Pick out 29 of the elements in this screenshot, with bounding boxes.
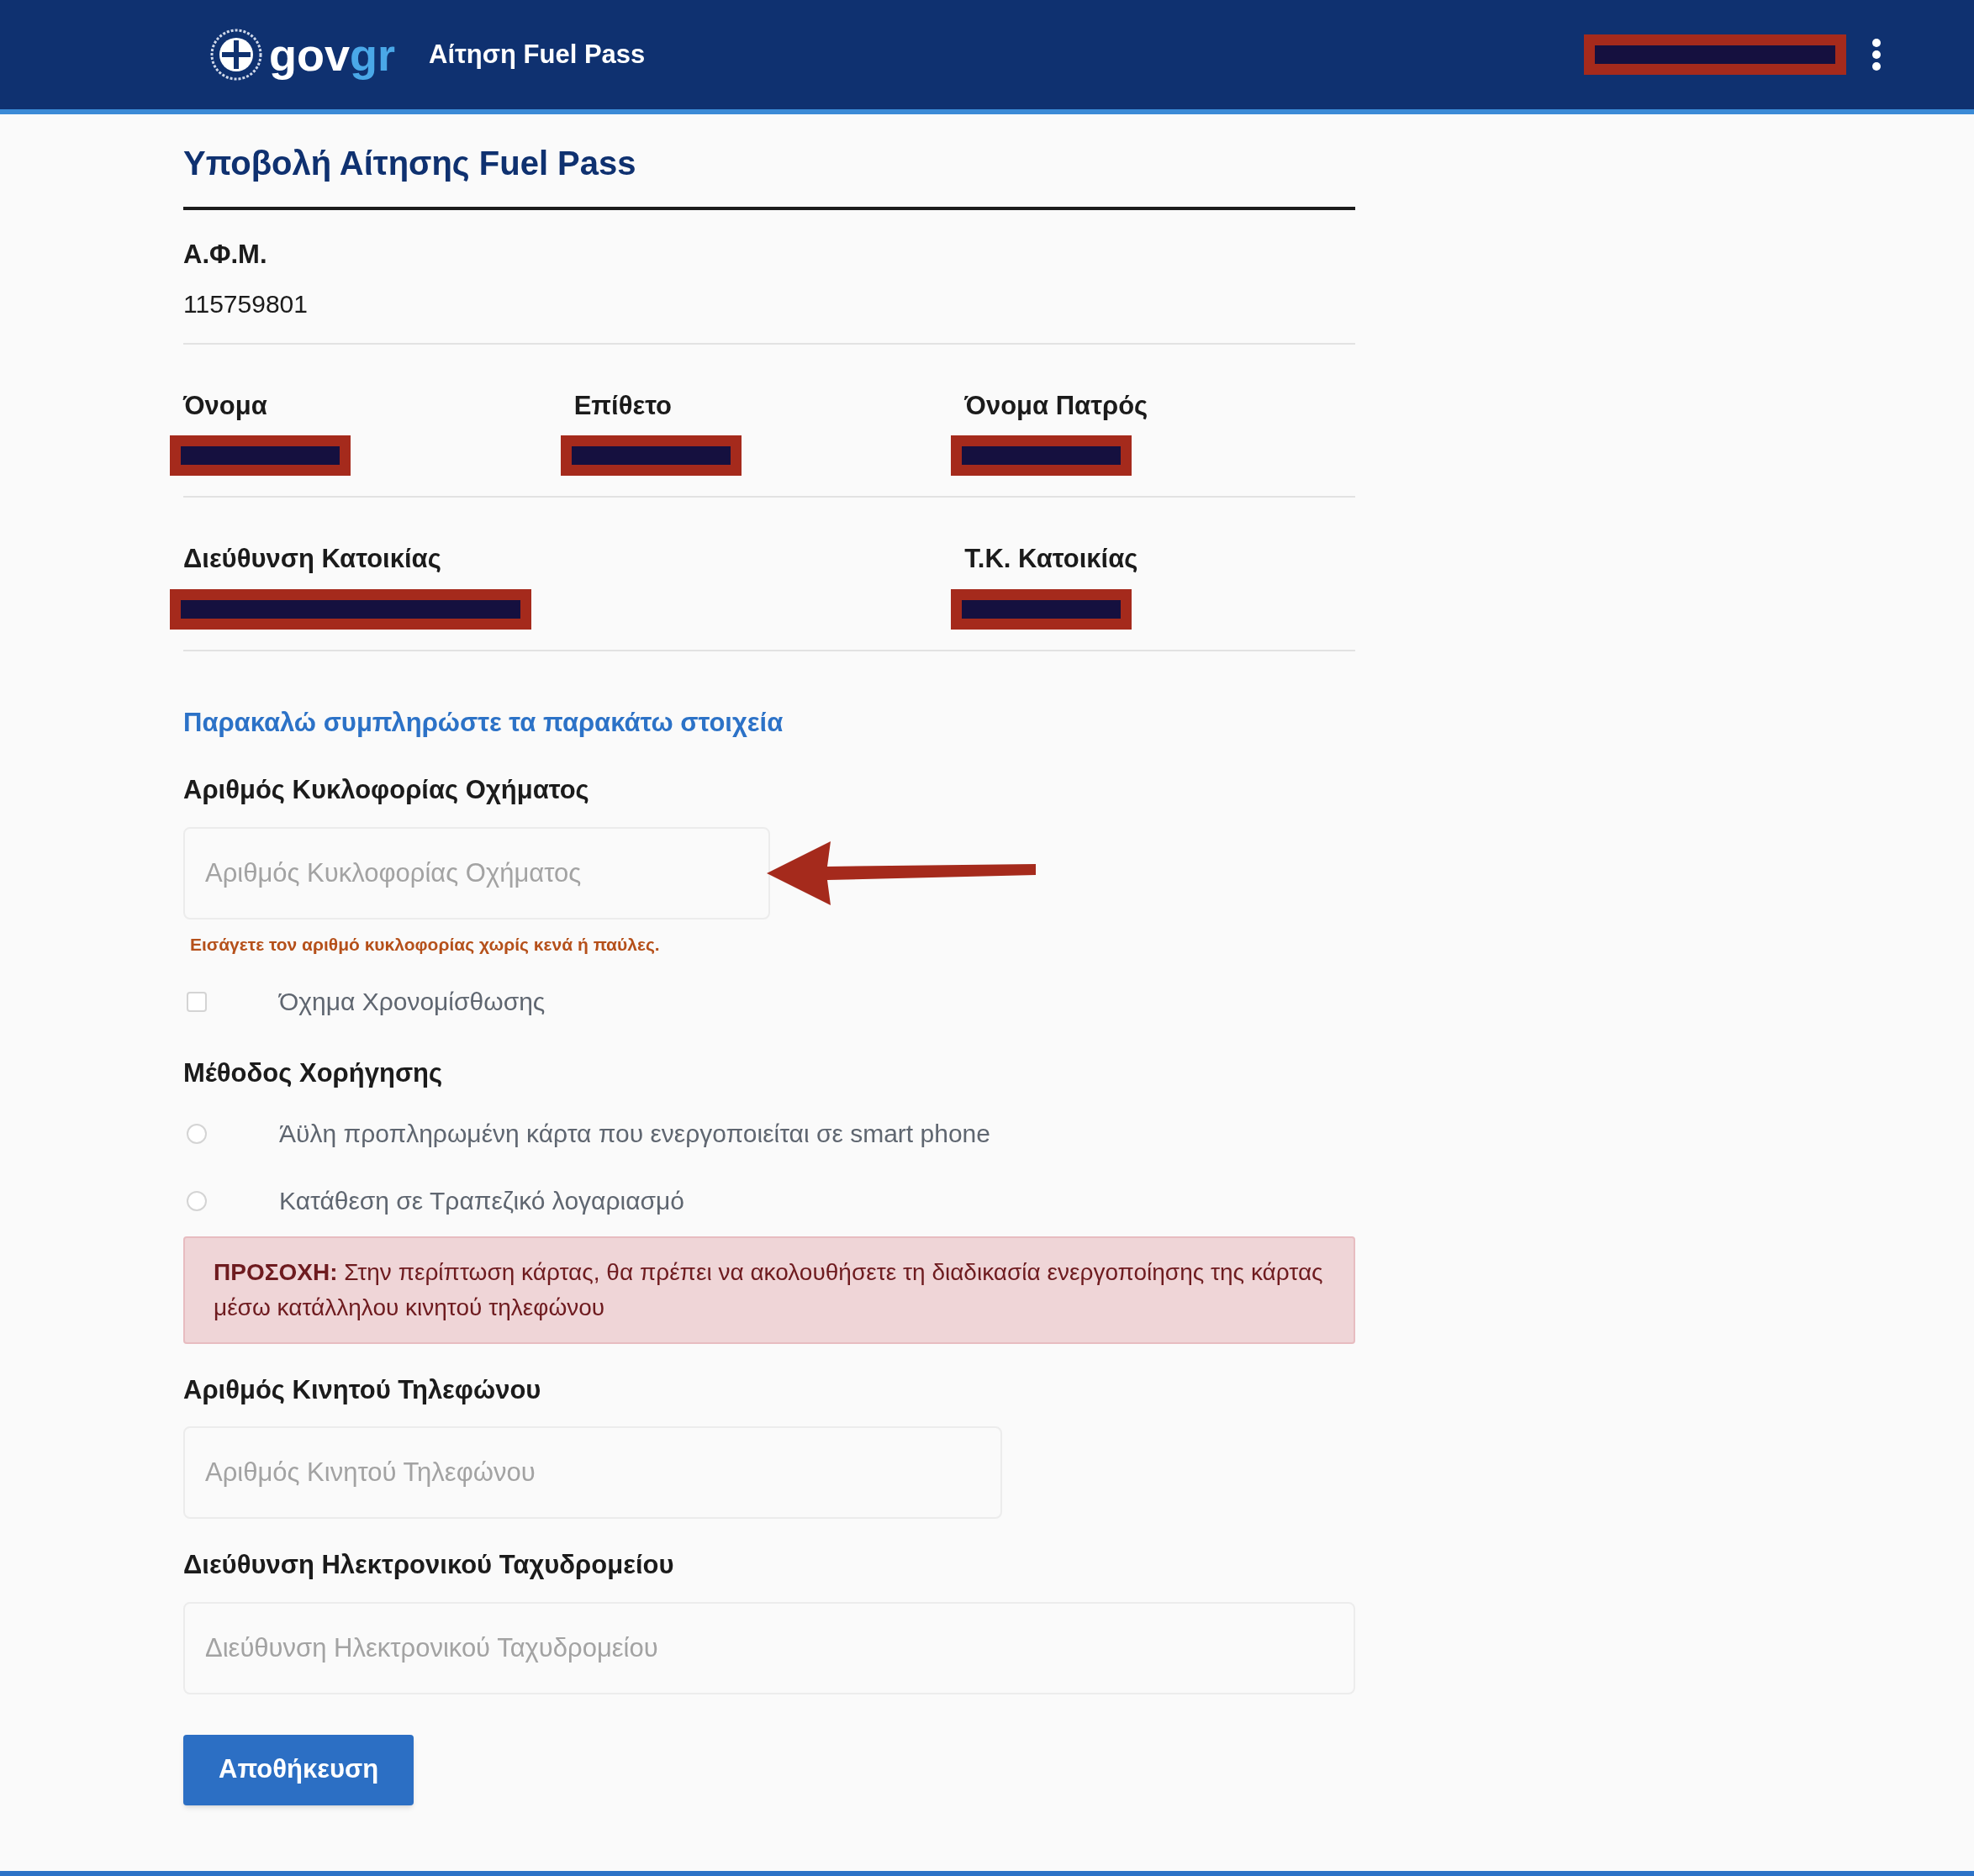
radio-label: Κατάθεση σε Τραπεζικό λογαριασμό — [279, 1186, 684, 1216]
email-field[interactable]: Διεύθυνση Ηλεκτρονικού Ταχυδρομείου — [183, 1601, 1355, 1694]
field-label: Όνομα — [183, 389, 268, 422]
checkbox-label: Όχημα Χρονομίσθωσης — [279, 987, 546, 1017]
more-options-icon[interactable] — [1871, 38, 1882, 71]
field-label: Μέθοδος Χορήγησης — [183, 1057, 444, 1089]
field-label: Τ.Κ. Κατοικίας — [964, 543, 1139, 575]
field-label: Διεύθυνση Ηλεκτρονικού Ταχυδρομείου — [183, 1549, 675, 1581]
field-label: Επίθετο — [573, 389, 673, 422]
tax-id-value: 115759801 — [183, 288, 309, 319]
instruction-text: Παρακαλώ συμπληρώστε τα παρακάτω στοιχεία — [183, 706, 784, 739]
radio-button[interactable] — [187, 1190, 207, 1211]
field-label: Αριθμός Κινητού Τηλεφώνου — [183, 1373, 542, 1406]
field-label: Αριθμός Κυκλοφορίας Οχήματος — [183, 774, 590, 806]
field-label: Όνομα Πατρός — [964, 389, 1149, 422]
emblem-icon — [210, 29, 262, 81]
radio-button[interactable] — [187, 1123, 207, 1144]
page-title: Υποβολή Αίτησης Fuel Pass — [183, 138, 1355, 210]
field-hint: Εισάγετε τον αριθμό κυκλοφορίας χωρίς κενά ή παύλες. — [190, 933, 661, 956]
plate-number-field[interactable]: Αριθμός Κυκλοφορίας Οχήματος — [183, 826, 770, 920]
phone-field[interactable]: Αριθμός Κινητού Τηλεφώνου — [183, 1426, 1002, 1519]
field-label: Α.Φ.Μ. — [183, 239, 268, 271]
warning-alert: ΠΡΟΣΟΧΗ: Στην περίπτωση κάρτας, θα πρέπει να ακολουθήσετε τη διαδικασία ενεργοποίησης της κάρτας μέσω κατάλληλου κινητού τηλεφώνου — [183, 1236, 1355, 1344]
app-title: Αίτηση Fuel Pass — [429, 38, 646, 71]
field-label: Διεύθυνση Κατοικίας — [183, 543, 442, 575]
radio-label: Άϋλη προπληρωμένη κάρτα που ενεργοποιείται σε smart phone — [279, 1119, 990, 1149]
save-button[interactable]: Αποθήκευση — [183, 1734, 414, 1805]
logo[interactable]: govgr — [210, 29, 395, 81]
checkbox[interactable] — [187, 991, 207, 1012]
